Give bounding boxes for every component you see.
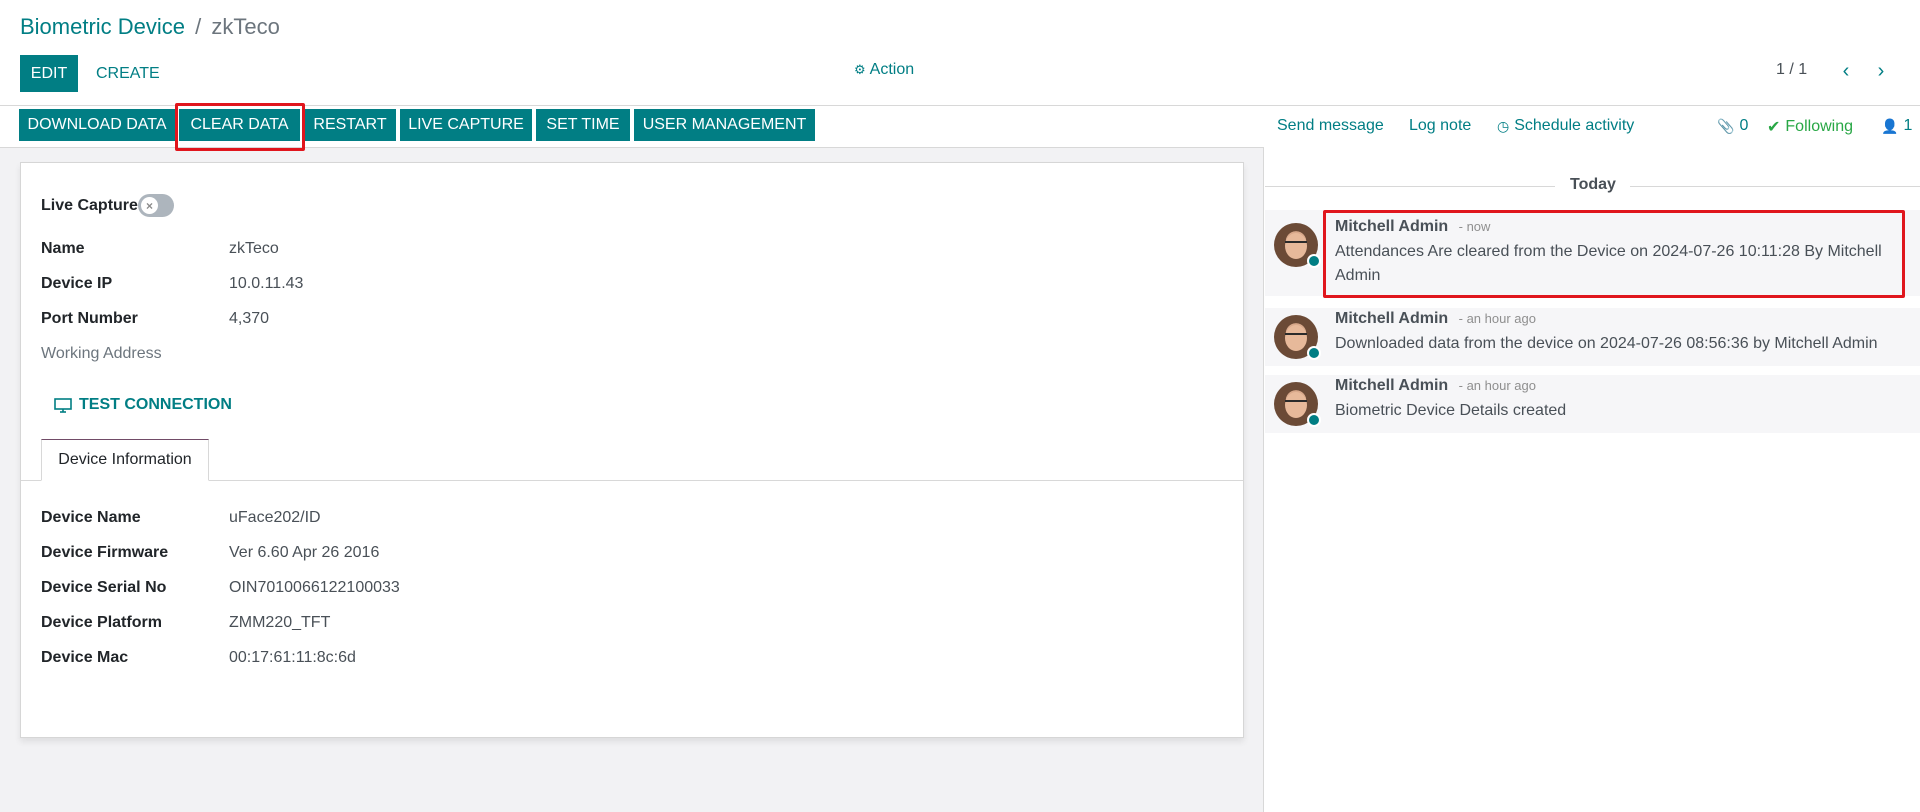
port-number-label: Port Number [41, 310, 138, 327]
check-icon: ✔ [1767, 119, 1781, 136]
action-menu-button[interactable]: ⚙ Action [854, 61, 914, 79]
breadcrumb-parent-link[interactable]: Biometric Device [20, 14, 185, 39]
device-firmware-label: Device Firmware [41, 544, 169, 561]
device-platform-value: ZMM220_TFT [229, 614, 331, 631]
message-date: - now [1458, 219, 1491, 234]
avatar-glasses [1285, 241, 1307, 247]
device-serial-value: OIN7010066122100033 [229, 579, 400, 596]
message-header: Mitchell Admin - an hour ago [1335, 310, 1536, 328]
message-header: Mitchell Admin - now [1335, 218, 1490, 236]
following-label: Following [1785, 118, 1853, 135]
device-ip-label: Device IP [41, 275, 113, 292]
message-item: Mitchell Admin - now Attendances Are cle… [1265, 210, 1920, 296]
message-author[interactable]: Mitchell Admin [1335, 310, 1448, 327]
followers-count: 1 [1903, 117, 1913, 134]
action-label: Action [869, 61, 915, 78]
avatar[interactable] [1274, 315, 1321, 360]
separator-line-right [1630, 186, 1920, 187]
online-status-icon [1307, 413, 1321, 427]
download-data-button[interactable]: DOWNLOAD DATA [19, 109, 175, 141]
statusbar: DOWNLOAD DATA CLEAR DATA RESTART LIVE CA… [0, 103, 1264, 151]
message-item: Mitchell Admin - an hour ago Downloaded … [1265, 308, 1920, 366]
device-ip-value: 10.0.11.43 [229, 275, 304, 292]
device-serial-label: Device Serial No [41, 579, 167, 596]
message-body: Attendances Are cleared from the Device … [1335, 243, 1882, 284]
avatar[interactable] [1274, 382, 1321, 427]
message-body: Downloaded data from the device on 2024-… [1335, 335, 1878, 352]
create-button[interactable]: CREATE [90, 55, 166, 92]
live-capture-button[interactable]: LIVE CAPTURE [400, 109, 532, 141]
device-name-label: Device Name [41, 509, 141, 526]
schedule-activity-button[interactable]: ◷ Schedule activity [1497, 117, 1634, 135]
gear-icon: ⚙ [854, 62, 866, 77]
chevron-right-icon: › [1877, 59, 1885, 82]
followers-button[interactable]: 👤 1 [1881, 117, 1912, 135]
form-sheet: Live Capture × Name zkTeco Device IP 10.… [20, 162, 1244, 738]
monitor-icon [54, 397, 72, 413]
message-date: - an hour ago [1458, 311, 1536, 326]
clear-data-button[interactable]: CLEAR DATA [179, 109, 300, 141]
tab-device-information[interactable]: Device Information [41, 439, 209, 481]
avatar-glasses [1285, 333, 1307, 339]
online-status-icon [1307, 346, 1321, 360]
today-label: Today [1570, 176, 1616, 193]
chatter-topbar: Send message Log note ◷ Schedule activit… [1265, 106, 1920, 148]
form-area: DOWNLOAD DATA CLEAR DATA RESTART LIVE CA… [0, 103, 1264, 812]
user-icon: 👤 [1881, 117, 1899, 134]
attachments-button[interactable]: 📎 0 [1717, 117, 1748, 135]
test-connection-button[interactable]: TEST CONNECTION [54, 396, 232, 414]
chatter-panel: Send message Log note ◷ Schedule activit… [1265, 106, 1920, 812]
pager-previous-button[interactable]: ‹ [1833, 56, 1859, 86]
following-button[interactable]: ✔ Following [1767, 117, 1853, 137]
port-number-value: 4,370 [229, 310, 270, 327]
breadcrumb-current: zkTeco [211, 14, 280, 39]
live-capture-toggle[interactable]: × [138, 194, 174, 217]
device-platform-label: Device Platform [41, 614, 162, 631]
message-date: - an hour ago [1458, 378, 1536, 393]
control-panel: Biometric Device / zkTeco EDIT CREATE ⚙ … [0, 0, 1920, 106]
breadcrumb: Biometric Device / zkTeco [20, 14, 280, 40]
avatar[interactable] [1274, 223, 1321, 268]
breadcrumb-separator: / [195, 14, 202, 39]
message-author[interactable]: Mitchell Admin [1335, 218, 1448, 235]
device-mac-value: 00:17:61:11:8c:6d [229, 649, 356, 666]
paperclip-icon: 📎 [1717, 117, 1735, 134]
chevron-left-icon: ‹ [1842, 59, 1850, 82]
pager-next-button[interactable]: › [1868, 56, 1894, 86]
message-body: Biometric Device Details created [1335, 402, 1567, 419]
message-item: Mitchell Admin - an hour ago Biometric D… [1265, 375, 1920, 433]
avatar-glasses [1285, 400, 1307, 406]
restart-button[interactable]: RESTART [304, 109, 396, 141]
date-separator: Today [1265, 176, 1920, 196]
send-message-button[interactable]: Send message [1277, 117, 1384, 135]
device-mac-label: Device Mac [41, 649, 129, 666]
attachments-count: 0 [1739, 117, 1749, 134]
name-value: zkTeco [229, 240, 279, 257]
message-author[interactable]: Mitchell Admin [1335, 377, 1448, 394]
user-management-button[interactable]: USER MANAGEMENT [634, 109, 815, 141]
separator-line-left [1265, 186, 1555, 187]
message-header: Mitchell Admin - an hour ago [1335, 377, 1536, 395]
device-name-value: uFace202/ID [229, 509, 321, 526]
clock-icon: ◷ [1497, 117, 1510, 134]
pager-value[interactable]: 1 / 1 [1776, 61, 1807, 79]
log-note-button[interactable]: Log note [1409, 117, 1471, 135]
working-address-label: Working Address [41, 345, 162, 362]
test-connection-label: TEST CONNECTION [79, 396, 232, 413]
edit-button[interactable]: EDIT [20, 55, 78, 92]
live-capture-label: Live Capture [41, 197, 138, 214]
set-time-button[interactable]: SET TIME [536, 109, 630, 141]
schedule-activity-label: Schedule activity [1514, 117, 1635, 134]
close-icon: × [141, 197, 158, 214]
device-firmware-value: Ver 6.60 Apr 26 2016 [229, 544, 380, 561]
online-status-icon [1307, 254, 1321, 268]
name-label: Name [41, 240, 85, 257]
